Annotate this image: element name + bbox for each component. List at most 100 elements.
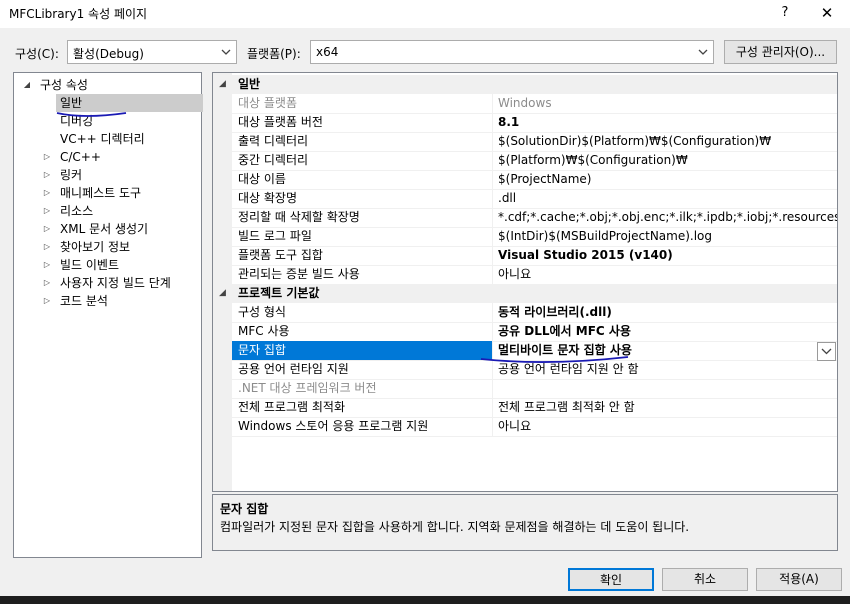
property-row[interactable]: 출력 디렉터리 $(SolutionDir)$(Platform)₩$(Confi…	[232, 132, 837, 152]
property-value: 공유 DLL에서 MFC 사용	[498, 324, 631, 338]
expand-icon[interactable]: ▷	[42, 202, 52, 220]
property-row[interactable]: 대상 확장명 .dll	[232, 189, 837, 209]
property-row[interactable]: 구성 형식 동적 라이브러리(.dll)	[232, 303, 837, 323]
property-value: $(ProjectName)	[498, 172, 592, 186]
grid-margin	[213, 73, 232, 491]
property-tree[interactable]: ◢ 구성 속성 일반 디버깅 VC++ 디렉터리 ▷ C/C++ ▷ 링커 ▷ …	[13, 72, 203, 558]
config-dropdown[interactable]: 활성(Debug)	[67, 40, 237, 64]
property-row[interactable]: 관리되는 증분 빌드 사용 아니요	[232, 265, 837, 285]
property-row[interactable]: 대상 플랫폼 Windows	[232, 94, 837, 114]
property-row[interactable]: 대상 이름 $(ProjectName)	[232, 170, 837, 190]
ok-button[interactable]: 확인	[568, 568, 654, 591]
expand-icon[interactable]: ▷	[42, 274, 52, 292]
property-row[interactable]: 전체 프로그램 최적화 전체 프로그램 최적화 안 함	[232, 398, 837, 418]
platform-value: x64	[316, 45, 339, 59]
property-name: 빌드 로그 파일	[238, 229, 312, 243]
description-title: 문자 집합	[220, 502, 269, 516]
value-dropdown-button[interactable]	[817, 342, 836, 361]
property-value: $(IntDir)$(MSBuildProjectName).log	[498, 229, 713, 243]
property-value: *.cdf;*.cache;*.obj;*.obj.enc;*.ilk;*.ip…	[498, 210, 837, 224]
property-value: 아니요	[498, 419, 532, 433]
property-row[interactable]: 대상 플랫폼 버전 8.1	[232, 113, 837, 133]
chevron-down-icon	[221, 49, 231, 55]
collapse-icon[interactable]: ◢	[22, 76, 32, 94]
property-row[interactable]: 플랫폼 도구 집합 Visual Studio 2015 (v140)	[232, 246, 837, 266]
handwritten-underline	[56, 112, 127, 117]
handwritten-underline	[480, 356, 629, 363]
collapse-icon[interactable]: ◢	[219, 284, 226, 303]
property-name: 대상 플랫폼 버전	[238, 115, 323, 129]
tree-item-resources[interactable]: 리소스	[60, 202, 93, 220]
tree-item-code-analysis[interactable]: 코드 분석	[60, 292, 108, 310]
category-label: 프로젝트 기본값	[238, 286, 320, 300]
property-value: Windows	[498, 96, 552, 110]
property-name: 관리되는 증분 빌드 사용	[238, 267, 360, 281]
property-name: 대상 이름	[238, 172, 286, 186]
category-project-defaults[interactable]: ◢ 프로젝트 기본값	[213, 284, 837, 303]
taskbar-edge	[0, 596, 850, 604]
property-name: 정리할 때 삭제할 확장명	[238, 210, 360, 224]
tree-root-config-properties[interactable]: 구성 속성	[40, 76, 88, 94]
property-name: 출력 디렉터리	[238, 134, 309, 148]
tree-item-c-cpp[interactable]: C/C++	[60, 148, 101, 166]
property-row[interactable]: Windows 스토어 응용 프로그램 지원 아니요	[232, 417, 837, 437]
property-value: 전체 프로그램 최적화 안 함	[498, 400, 635, 414]
property-name: 문자 집합	[232, 341, 492, 360]
tree-item-manifest-tool[interactable]: 매니페스트 도구	[60, 184, 141, 202]
apply-button[interactable]: 적용(A)	[756, 568, 842, 591]
tree-item-browse-info[interactable]: 찾아보기 정보	[60, 238, 130, 256]
property-name: 중간 디렉터리	[238, 153, 309, 167]
property-value: 8.1	[498, 115, 520, 129]
property-name: 전체 프로그램 최적화	[238, 400, 345, 414]
property-name: 구성 형식	[238, 305, 286, 319]
help-button[interactable]: ?	[770, 2, 800, 24]
expand-icon[interactable]: ▷	[42, 256, 52, 274]
property-value: 아니요	[498, 267, 532, 281]
property-name: 대상 확장명	[238, 191, 298, 205]
config-label: 구성(C):	[15, 47, 59, 61]
close-button[interactable]: ✕	[812, 2, 842, 24]
expand-icon[interactable]: ▷	[42, 238, 52, 256]
property-name: 대상 플랫폼	[238, 96, 298, 110]
config-value: 활성(Debug)	[73, 47, 144, 61]
property-value: .dll	[498, 191, 517, 205]
collapse-icon[interactable]: ◢	[219, 75, 226, 94]
property-value: Visual Studio 2015 (v140)	[498, 248, 673, 262]
property-value	[498, 379, 837, 398]
chevron-down-icon	[698, 49, 708, 55]
description-panel: 문자 집합 컴파일러가 지정된 문자 집합을 사용하게 합니다. 지역화 문제점…	[212, 494, 838, 551]
tree-item-linker[interactable]: 링커	[60, 166, 82, 184]
property-name: 공용 언어 런타임 지원	[238, 362, 349, 376]
tree-item-xml-doc-generator[interactable]: XML 문서 생성기	[60, 220, 148, 238]
property-name: Windows 스토어 응용 프로그램 지원	[238, 419, 429, 433]
property-name: .NET 대상 프레임워크 버전	[238, 381, 377, 395]
platform-dropdown[interactable]: x64	[310, 40, 714, 64]
property-row[interactable]: 중간 디렉터리 $(Platform)₩$(Configuration)₩	[232, 151, 837, 171]
property-row[interactable]: .NET 대상 프레임워크 버전	[232, 379, 837, 399]
expand-icon[interactable]: ▷	[42, 148, 52, 166]
expand-icon[interactable]: ▷	[42, 220, 52, 238]
configuration-manager-button[interactable]: 구성 관리자(O)...	[724, 40, 837, 64]
property-value: 동적 라이브러리(.dll)	[498, 305, 612, 319]
property-name: 플랫폼 도구 집합	[238, 248, 323, 262]
cancel-button[interactable]: 취소	[662, 568, 748, 591]
property-row[interactable]: 빌드 로그 파일 $(IntDir)$(MSBuildProjectName).l…	[232, 227, 837, 247]
property-row[interactable]: MFC 사용 공유 DLL에서 MFC 사용	[232, 322, 837, 342]
category-general[interactable]: ◢ 일반	[213, 75, 837, 94]
chevron-down-icon	[821, 348, 832, 355]
expand-icon[interactable]: ▷	[42, 166, 52, 184]
description-text: 컴파일러가 지정된 문자 집합을 사용하게 합니다. 지역화 문제점을 해결하는…	[220, 520, 690, 534]
property-value: $(Platform)₩$(Configuration)₩	[498, 153, 688, 167]
expand-icon[interactable]: ▷	[42, 184, 52, 202]
property-row[interactable]: 정리할 때 삭제할 확장명 *.cdf;*.cache;*.obj;*.obj.e…	[232, 208, 837, 228]
tree-item-vc-directories[interactable]: VC++ 디렉터리	[60, 130, 145, 148]
tree-item-build-events[interactable]: 빌드 이벤트	[60, 256, 119, 274]
window-title: MFCLibrary1 속성 페이지	[9, 7, 148, 21]
property-name: MFC 사용	[238, 324, 290, 338]
property-value: $(SolutionDir)$(Platform)₩$(Configuratio…	[498, 134, 772, 148]
category-label: 일반	[238, 77, 261, 91]
property-grid[interactable]: ◢ 일반 대상 플랫폼 Windows 대상 플랫폼 버전 8.1 출력 디렉터리 $…	[212, 72, 838, 492]
title-bar: MFCLibrary1 속성 페이지 ? ✕	[0, 0, 850, 28]
tree-item-custom-build-step[interactable]: 사용자 지정 빌드 단계	[60, 274, 171, 292]
expand-icon[interactable]: ▷	[42, 292, 52, 310]
